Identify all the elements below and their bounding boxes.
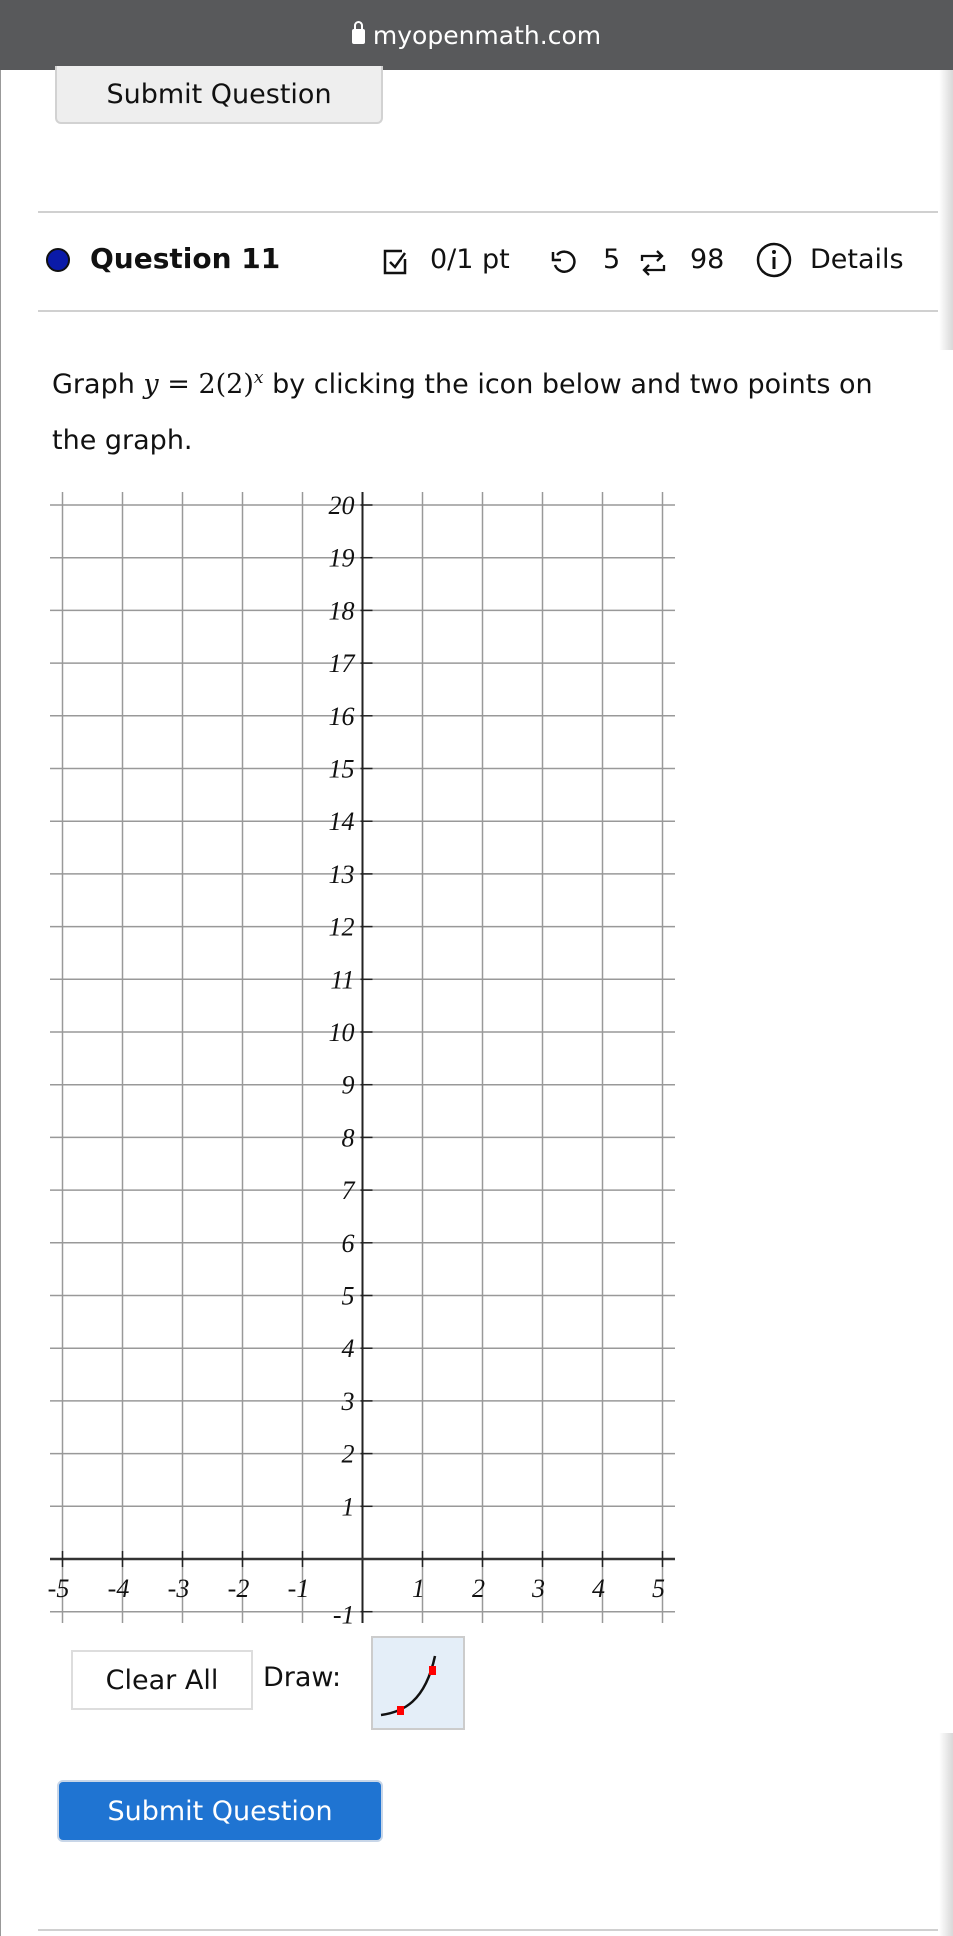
exponential-curve-icon xyxy=(380,1655,437,1717)
y-tick-label: 5 xyxy=(342,1282,355,1311)
y-tick-label: 1 xyxy=(342,1492,355,1521)
graphing-canvas[interactable]: -5 -4 -3 -2 -1 1 2 3 4 5-112345678910111213141516… xyxy=(0,480,700,1630)
y-tick-label: 6 xyxy=(342,1229,355,1258)
divider xyxy=(38,1929,938,1931)
retries-count: 5 xyxy=(603,244,621,275)
draw-label: Draw: xyxy=(263,1662,342,1693)
y-tick-label: 20 xyxy=(329,491,355,520)
y-tick-label: 8 xyxy=(342,1123,355,1152)
y-tick-label: 9 xyxy=(342,1071,355,1100)
x-tick-label: 1 xyxy=(412,1574,425,1603)
y-tick-label: 15 xyxy=(329,755,355,784)
attempts-icon xyxy=(640,250,666,276)
y-tick-label: 19 xyxy=(329,544,355,573)
x-tick-label: 2 xyxy=(472,1574,485,1603)
y-tick-label: 2 xyxy=(342,1440,355,1469)
x-tick-label: -1 xyxy=(288,1574,310,1603)
equation: y = 2(2)x xyxy=(143,368,263,400)
checkbox-score-icon xyxy=(383,249,407,275)
y-tick-label: 13 xyxy=(329,860,355,889)
question-prompt: Graph y = 2(2)x by clicking the icon bel… xyxy=(52,350,912,469)
details-link[interactable]: Details xyxy=(810,244,904,275)
draw-exponential-tool-button[interactable] xyxy=(371,1636,465,1730)
score-text: 0/1 pt xyxy=(430,244,510,275)
x-tick-label: 5 xyxy=(652,1574,665,1603)
scroll-shadow xyxy=(939,1733,953,1936)
equation-lhs: y xyxy=(143,369,159,400)
y-tick-label: 4 xyxy=(342,1334,355,1363)
divider xyxy=(38,211,938,213)
attempts-count: 98 xyxy=(690,244,725,275)
y-tick-label: 7 xyxy=(342,1176,356,1205)
y-tick-label: 18 xyxy=(329,596,355,625)
x-tick-label: -3 xyxy=(168,1574,190,1603)
prompt-text: Graph xyxy=(52,369,144,400)
y-tick-label: 16 xyxy=(329,702,355,731)
x-tick-label: -4 xyxy=(108,1574,130,1603)
question-status-dot xyxy=(46,248,70,272)
question-header: Question 11 0/1 pt 5 98 Details xyxy=(0,238,953,286)
y-tick-label: 3 xyxy=(341,1387,355,1416)
y-tick-label: 11 xyxy=(330,965,354,994)
info-icon[interactable] xyxy=(755,238,793,282)
equation-rhs: = 2(2) xyxy=(158,369,254,400)
retry-icon xyxy=(551,250,576,273)
divider xyxy=(38,310,938,312)
submit-question-button-top[interactable]: Submit Question xyxy=(55,66,383,124)
submit-question-button[interactable]: Submit Question xyxy=(57,1780,383,1842)
scroll-shadow xyxy=(939,70,953,350)
browser-url-bar[interactable]: myopenmath.com xyxy=(0,0,953,70)
x-tick-label: -5 xyxy=(48,1574,70,1603)
x-tick-label: 3 xyxy=(531,1574,545,1603)
y-tick-label: 10 xyxy=(329,1018,355,1047)
y-tick-label: -1 xyxy=(333,1601,355,1630)
clear-all-button[interactable]: Clear All xyxy=(71,1650,253,1710)
lock-icon xyxy=(351,20,365,44)
x-tick-label: 4 xyxy=(592,1574,605,1603)
y-tick-label: 12 xyxy=(329,913,355,942)
y-tick-label: 17 xyxy=(329,649,356,678)
url-text: myopenmath.com xyxy=(372,20,602,50)
question-title: Question 11 xyxy=(90,242,281,275)
y-tick-label: 14 xyxy=(329,807,355,836)
x-tick-label: -2 xyxy=(228,1574,250,1603)
